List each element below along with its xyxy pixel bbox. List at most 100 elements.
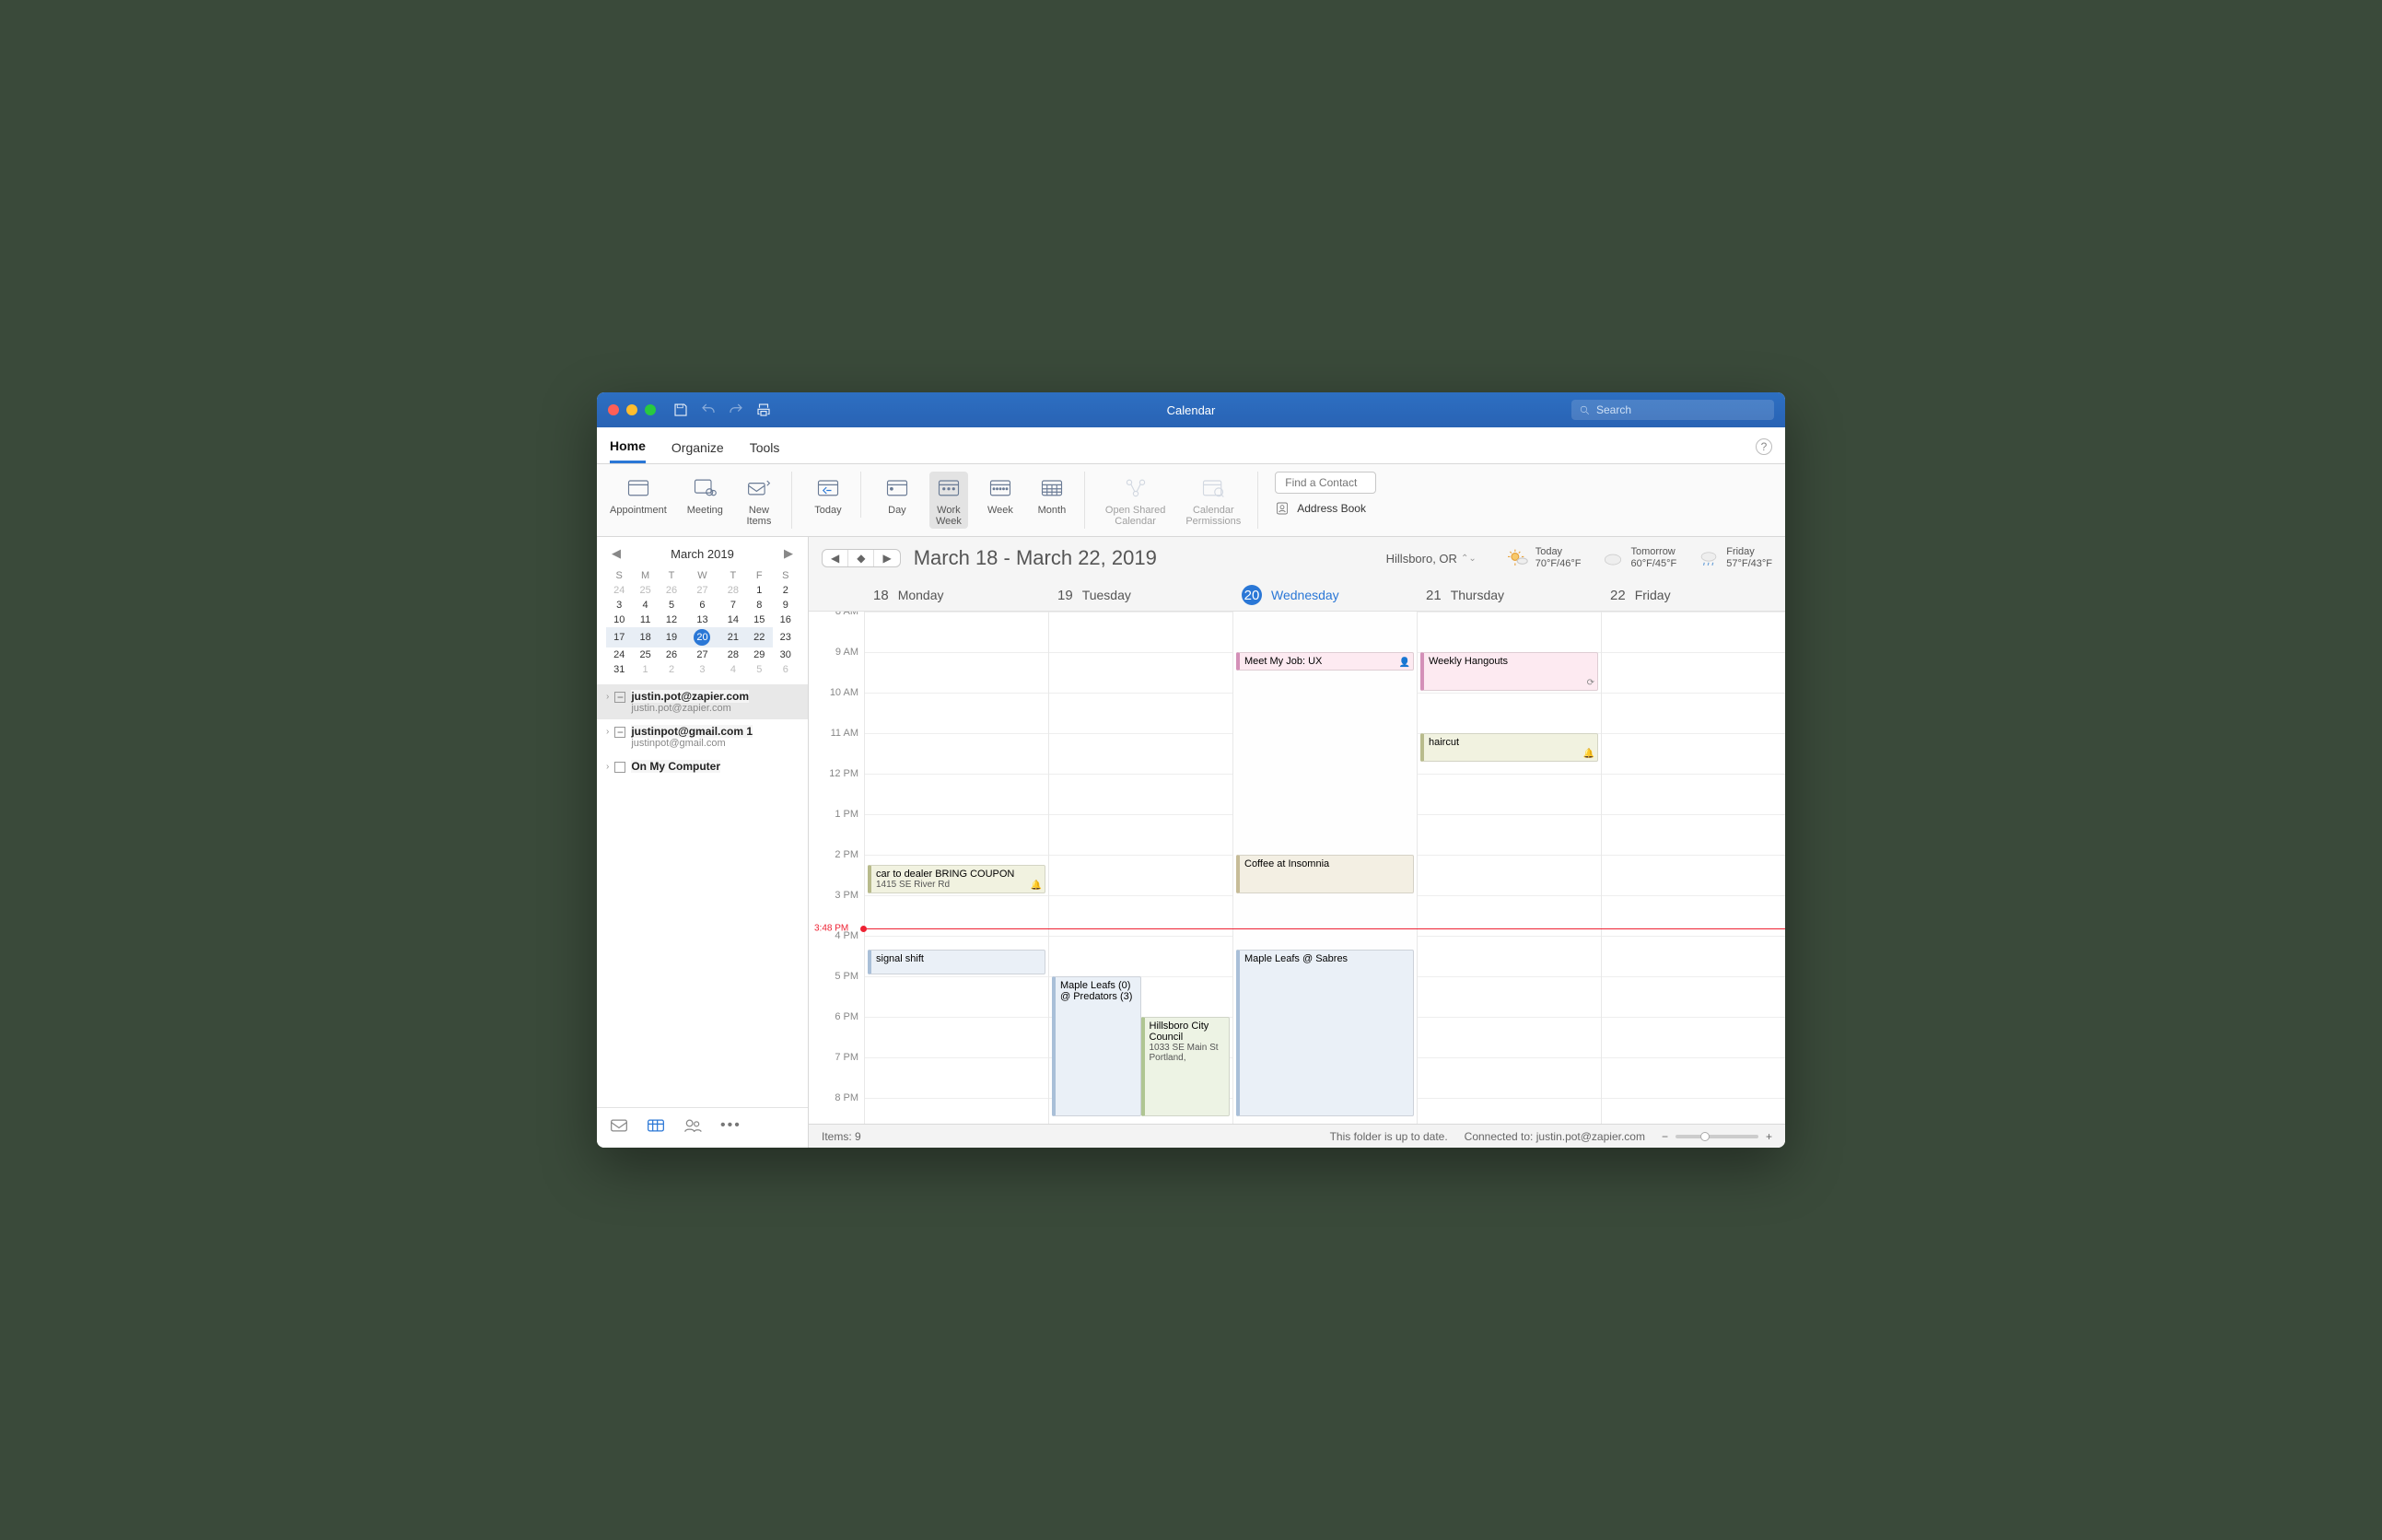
minical-day[interactable]: 19 — [659, 627, 684, 648]
today-dot-button[interactable]: ◆ — [848, 550, 874, 566]
calendar-event[interactable]: Weekly Hangouts ⟳ — [1420, 652, 1598, 691]
minical-day[interactable]: 26 — [659, 648, 684, 662]
prev-month-button[interactable]: ◀ — [606, 544, 626, 563]
minimize-window-button[interactable] — [626, 404, 637, 415]
minical-day[interactable]: 2 — [659, 662, 684, 677]
minical-day[interactable]: 24 — [606, 648, 632, 662]
minical-day[interactable]: 25 — [632, 648, 658, 662]
tab-organize[interactable]: Organize — [671, 437, 724, 462]
account-checkbox[interactable] — [614, 692, 625, 703]
minical-day[interactable]: 17 — [606, 627, 632, 648]
calendar-event[interactable]: Hillsboro City Council 1033 SE Main StPo… — [1141, 1017, 1231, 1116]
calendar-account[interactable]: › justinpot@gmail.com 1justinpot@gmail.c… — [597, 719, 808, 754]
minical-day[interactable]: 4 — [632, 598, 658, 612]
minical-day[interactable]: 24 — [606, 583, 632, 598]
calendar-event[interactable]: Maple Leafs (0) @ Predators (3) — [1052, 976, 1141, 1116]
minical-day[interactable]: 14 — [720, 612, 746, 627]
minical-day[interactable]: 22 — [746, 627, 772, 648]
minical-day[interactable]: 20 — [684, 627, 719, 648]
minical-day[interactable]: 10 — [606, 612, 632, 627]
minical-day[interactable]: 28 — [720, 583, 746, 598]
calendar-event[interactable]: signal shift — [868, 950, 1045, 974]
minical-day[interactable]: 28 — [720, 648, 746, 662]
minical-day[interactable]: 6 — [773, 662, 800, 677]
day-header[interactable]: 22Friday — [1601, 579, 1785, 611]
expand-icon[interactable]: › — [606, 760, 609, 772]
people-nav-button[interactable] — [683, 1117, 702, 1138]
zoom-slider[interactable]: − + — [1662, 1130, 1772, 1143]
minical-day[interactable]: 2 — [773, 583, 800, 598]
minical-day[interactable]: 13 — [684, 612, 719, 627]
calendar-grid[interactable]: 8 AM9 AM10 AM11 AM12 PM1 PM2 PM3 PM4 PM5… — [809, 611, 1785, 1124]
minical-day[interactable]: 21 — [720, 627, 746, 648]
minical-day[interactable]: 3 — [684, 662, 719, 677]
minical-day[interactable]: 23 — [773, 627, 800, 648]
zoom-in-button[interactable]: + — [1766, 1130, 1772, 1143]
expand-icon[interactable]: › — [606, 725, 609, 737]
expand-icon[interactable]: › — [606, 690, 609, 702]
calendar-nav-button[interactable] — [647, 1117, 665, 1138]
day-header[interactable]: 21Thursday — [1417, 579, 1601, 611]
next-month-button[interactable]: ▶ — [778, 544, 799, 563]
calendar-account[interactable]: › On My Computer — [597, 754, 808, 778]
today-button[interactable]: Today — [809, 472, 847, 518]
minical-day[interactable]: 18 — [632, 627, 658, 648]
minical-day[interactable]: 15 — [746, 612, 772, 627]
account-checkbox[interactable] — [614, 762, 625, 773]
day-column[interactable]: car to dealer BRING COUPON 1415 SE River… — [864, 612, 1048, 1124]
meeting-button[interactable]: Meeting — [683, 472, 727, 529]
more-nav-button[interactable]: ••• — [720, 1117, 741, 1138]
calendar-event[interactable]: Meet My Job: UX 👤 — [1236, 652, 1414, 671]
maximize-window-button[interactable] — [645, 404, 656, 415]
minical-day[interactable]: 8 — [746, 598, 772, 612]
calendar-event[interactable]: car to dealer BRING COUPON 1415 SE River… — [868, 865, 1045, 893]
appointment-button[interactable]: Appointment — [606, 472, 671, 529]
minical-day[interactable]: 3 — [606, 598, 632, 612]
week-view-button[interactable]: Week — [981, 472, 1020, 529]
day-header[interactable]: 20Wednesday — [1232, 579, 1417, 611]
minical-day[interactable]: 16 — [773, 612, 800, 627]
address-book-button[interactable]: Address Book — [1275, 501, 1376, 516]
minical-day[interactable]: 1 — [746, 583, 772, 598]
minical-day[interactable]: 6 — [684, 598, 719, 612]
day-header[interactable]: 19Tuesday — [1048, 579, 1232, 611]
next-period-button[interactable]: ▶ — [874, 550, 899, 566]
minical-day[interactable]: 7 — [720, 598, 746, 612]
minical-day[interactable]: 12 — [659, 612, 684, 627]
calendar-event[interactable]: haircut 🔔 — [1420, 733, 1598, 762]
mini-calendar-grid[interactable]: SMTWTFS242526272812345678910111213141516… — [606, 568, 799, 677]
day-view-button[interactable]: Day — [878, 472, 917, 529]
print-icon[interactable] — [755, 402, 772, 418]
tab-tools[interactable]: Tools — [750, 437, 780, 462]
minical-day[interactable]: 27 — [684, 583, 719, 598]
zoom-out-button[interactable]: − — [1662, 1130, 1668, 1143]
mail-nav-button[interactable] — [610, 1117, 628, 1138]
minical-day[interactable]: 29 — [746, 648, 772, 662]
minical-day[interactable]: 26 — [659, 583, 684, 598]
work-week-view-button[interactable]: Work Week — [929, 472, 968, 529]
help-button[interactable]: ? — [1756, 438, 1772, 455]
minical-day[interactable]: 11 — [632, 612, 658, 627]
minical-day[interactable]: 9 — [773, 598, 800, 612]
day-column[interactable] — [1601, 612, 1785, 1124]
day-header[interactable]: 18Monday — [864, 579, 1048, 611]
new-items-button[interactable]: New Items — [740, 472, 778, 529]
close-window-button[interactable] — [608, 404, 619, 415]
minical-day[interactable]: 1 — [632, 662, 658, 677]
calendar-event[interactable]: Coffee at Insomnia — [1236, 855, 1414, 893]
minical-day[interactable]: 30 — [773, 648, 800, 662]
prev-period-button[interactable]: ◀ — [823, 550, 848, 566]
global-search[interactable]: Search — [1571, 400, 1774, 420]
tab-home[interactable]: Home — [610, 435, 646, 463]
day-column[interactable]: Meet My Job: UX 👤 Coffee at Insomnia Map… — [1232, 612, 1417, 1124]
save-icon[interactable] — [672, 402, 689, 418]
weather-location[interactable]: Hillsboro, OR ⌃⌄ — [1386, 552, 1477, 566]
find-contact-input[interactable] — [1275, 472, 1376, 494]
minical-day[interactable]: 5 — [746, 662, 772, 677]
calendar-permissions-button[interactable]: Calendar Permissions — [1182, 472, 1244, 529]
day-column[interactable]: Maple Leafs (0) @ Predators (3) Hillsbor… — [1048, 612, 1232, 1124]
month-view-button[interactable]: Month — [1033, 472, 1071, 529]
open-shared-calendar-button[interactable]: Open Shared Calendar — [1102, 472, 1169, 529]
minical-day[interactable]: 25 — [632, 583, 658, 598]
minical-day[interactable]: 27 — [684, 648, 719, 662]
